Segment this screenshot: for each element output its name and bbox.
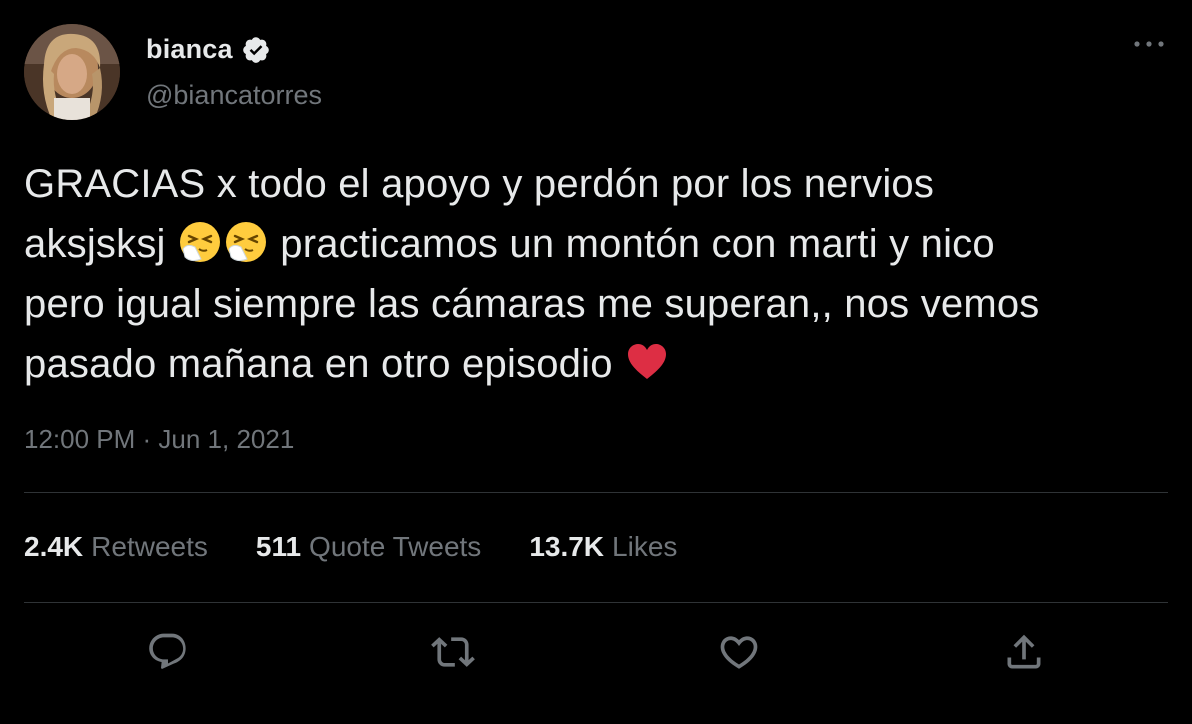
author-name-row[interactable]: bianca bbox=[146, 34, 271, 65]
tweet-detail: bianca @biancatorres GRACIAS x todo el a… bbox=[0, 0, 1192, 724]
like-button[interactable] bbox=[715, 628, 763, 676]
red-heart-emoji bbox=[624, 339, 670, 385]
retweets-label: Retweets bbox=[91, 531, 208, 562]
avatar[interactable] bbox=[24, 24, 120, 120]
divider bbox=[24, 602, 1168, 603]
tweet-line-segment: practicamos un montón con marti y nico bbox=[268, 222, 995, 266]
quote-tweets-stat[interactable]: 511 Quote Tweets bbox=[256, 531, 481, 563]
like-icon bbox=[720, 636, 758, 669]
likes-stat[interactable]: 13.7K Likes bbox=[529, 531, 677, 563]
retweet-button[interactable] bbox=[429, 628, 477, 676]
tweet-line: GRACIAS x todo el apoyo y perdón por los… bbox=[24, 162, 935, 206]
tweet-line-segment: aksjsksj bbox=[24, 222, 177, 266]
likes-label: Likes bbox=[612, 531, 678, 562]
more-options-icon[interactable] bbox=[1132, 34, 1166, 54]
author-display-name[interactable]: bianca bbox=[146, 34, 233, 65]
quote-tweets-count: 511 bbox=[255, 531, 302, 562]
tweet-line-segment: pasado mañana en otro episodio bbox=[24, 342, 624, 386]
tweet-action-bar bbox=[0, 626, 1192, 682]
retweet-icon bbox=[431, 637, 475, 667]
divider bbox=[24, 492, 1168, 493]
reply-icon bbox=[149, 633, 186, 669]
verified-badge-icon bbox=[241, 35, 271, 65]
tweet-line: pero igual siempre las cámaras me supera… bbox=[24, 282, 1040, 326]
tweet-line: aksjsksj practicamos un montón con marti… bbox=[24, 214, 1174, 274]
likes-count: 13.7K bbox=[529, 531, 605, 562]
quote-tweets-label: Quote Tweets bbox=[309, 531, 482, 562]
retweets-stat[interactable]: 2.4K Retweets bbox=[24, 531, 208, 563]
tweet-stats: 2.4K Retweets 511 Quote Tweets 13.7K Lik… bbox=[24, 531, 677, 563]
sneezing-face-emoji bbox=[177, 219, 223, 265]
sneezing-face-emoji bbox=[223, 219, 269, 265]
share-button[interactable] bbox=[1000, 628, 1048, 676]
avatar-image bbox=[24, 24, 120, 120]
tweet-timestamp[interactable]: 12:00 PM · Jun 1, 2021 bbox=[24, 424, 294, 455]
author-handle[interactable]: @biancatorres bbox=[146, 80, 322, 111]
tweet-line: pasado mañana en otro episodio bbox=[24, 334, 1174, 394]
tweet-text: GRACIAS x todo el apoyo y perdón por los… bbox=[24, 154, 1174, 394]
retweets-count: 2.4K bbox=[24, 531, 84, 562]
reply-button[interactable] bbox=[144, 628, 192, 676]
share-icon bbox=[1007, 634, 1041, 669]
